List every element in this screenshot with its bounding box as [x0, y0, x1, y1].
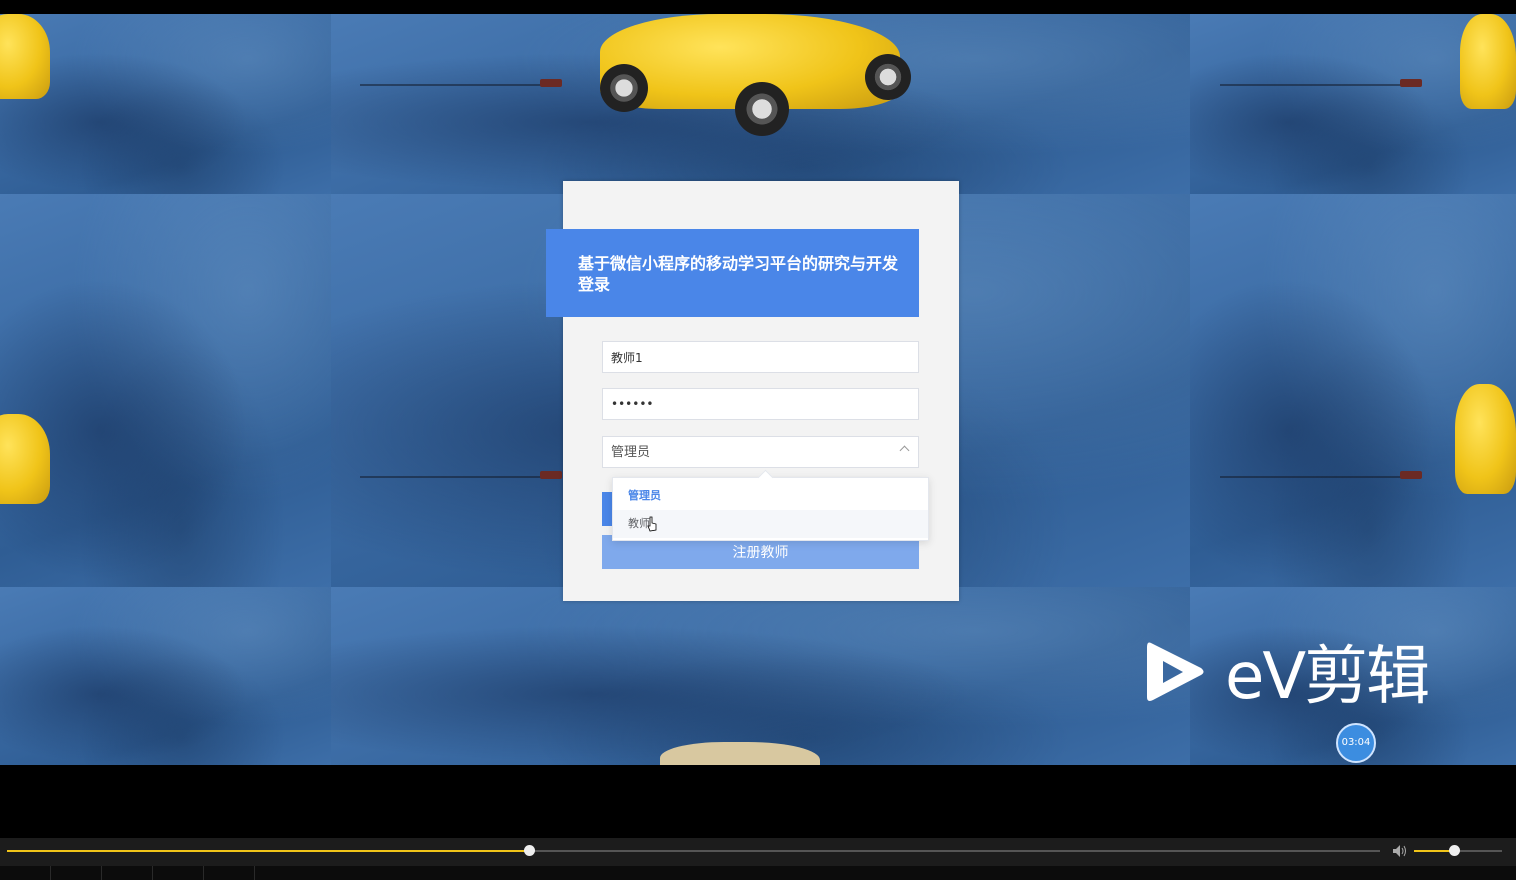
bg-car-wheel: [735, 82, 789, 136]
bg-plug: [540, 471, 562, 479]
bg-yellow-car: [0, 414, 50, 504]
bg-yellow-car: [0, 14, 50, 99]
volume-handle[interactable]: [1448, 845, 1460, 856]
volume-level: [1414, 850, 1454, 852]
role-select-value: 管理员: [611, 445, 651, 460]
username-input[interactable]: [602, 341, 919, 373]
toolbar-slot[interactable]: [153, 866, 204, 880]
bg-plug: [1400, 79, 1422, 87]
seek-progress: [7, 850, 529, 852]
bg-plug: [540, 79, 562, 87]
play-logo-icon: [1147, 642, 1204, 701]
bg-tile: [0, 587, 332, 765]
hand-cursor-icon: [647, 516, 657, 532]
toolbar-slot[interactable]: [51, 866, 102, 880]
seek-bar[interactable]: [7, 845, 1380, 856]
bg-yellow-car: [1460, 14, 1516, 109]
video-frame: 基于微信小程序的移动学习平台的研究与开发登录 管理员 注册教师 管理员 教师 e…: [0, 14, 1516, 765]
toolbar-slot[interactable]: [102, 866, 153, 880]
password-input[interactable]: [602, 388, 919, 420]
role-select[interactable]: 管理员: [602, 436, 919, 468]
ev-brand-text: eV剪辑: [1225, 640, 1430, 714]
role-option-admin[interactable]: 管理员: [613, 482, 928, 510]
ev-timestamp-badge: 03:04: [1336, 723, 1376, 763]
bg-tile: [331, 587, 1191, 765]
toolbar-slot[interactable]: [0, 866, 51, 880]
bg-wire: [1220, 476, 1410, 478]
bottom-toolbar: [0, 866, 1516, 880]
player-controls: [0, 838, 1516, 866]
role-dropdown-menu: 管理员 教师: [612, 477, 929, 541]
bg-car-wheel: [600, 64, 648, 112]
bg-yellow-car: [1455, 384, 1516, 494]
login-card: 基于微信小程序的移动学习平台的研究与开发登录 管理员 注册教师 管理员 教师: [546, 181, 959, 601]
seek-handle[interactable]: [523, 845, 535, 856]
login-title: 基于微信小程序的移动学习平台的研究与开发登录: [546, 229, 919, 317]
bg-wire: [360, 84, 550, 86]
role-option-teacher[interactable]: 教师: [613, 510, 928, 538]
toolbar-slot[interactable]: [204, 866, 255, 880]
bg-plug: [1400, 471, 1422, 479]
top-letterbox: [0, 0, 1516, 14]
chevron-up-icon: [899, 445, 910, 456]
bg-tile: [0, 194, 332, 588]
volume-icon[interactable]: [1392, 844, 1408, 858]
bg-wire: [1220, 84, 1410, 86]
bg-car-wheel: [865, 54, 911, 100]
volume-slider[interactable]: [1414, 845, 1502, 856]
bg-tile: [0, 14, 332, 195]
bg-wire: [360, 476, 550, 478]
ev-watermark: eV剪辑: [1145, 637, 1435, 719]
